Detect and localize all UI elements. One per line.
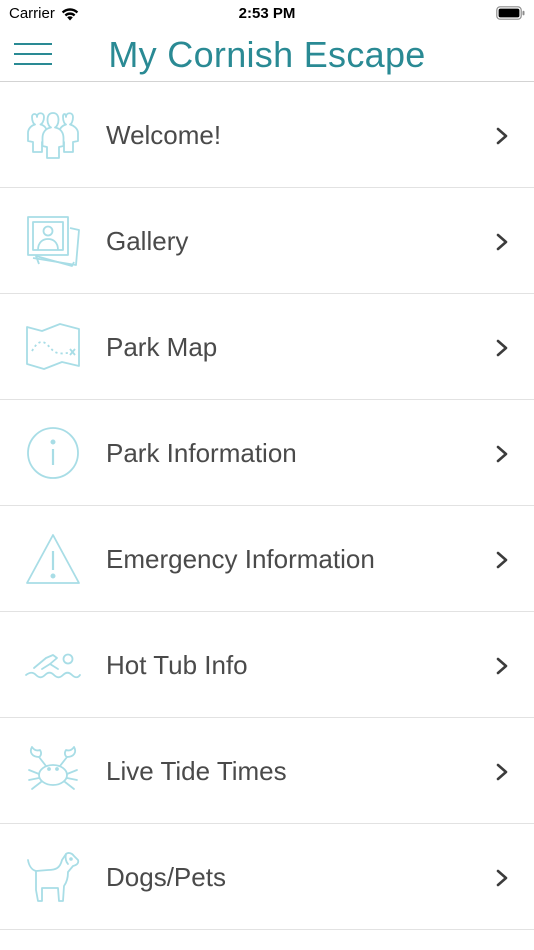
status-bar: Carrier 2:53 PM (0, 0, 534, 28)
menu-item-label: Emergency Information (106, 544, 375, 574)
menu-item-label: Park Information (106, 438, 297, 468)
status-time: 2:53 PM (238, 5, 296, 22)
menu-item-label: Park Map (106, 332, 218, 362)
people-group-icon (24, 108, 82, 162)
crab-icon (24, 744, 82, 798)
dog-icon (24, 850, 82, 904)
menu-item-label: Welcome! (106, 120, 222, 150)
menu-item-park-map[interactable]: Park Map (0, 294, 534, 400)
app-screen: Carrier 2:53 PM My Cornish Escape Welcom… (0, 0, 534, 950)
chevron-right-icon (496, 657, 508, 675)
menu-item-dogs-pets[interactable]: Dogs/Pets (0, 824, 534, 930)
menu-list: Welcome! Gallery Park Map Park Informati… (0, 82, 534, 930)
menu-item-hot-tub-info[interactable]: Hot Tub Info (0, 612, 534, 718)
chevron-right-icon (496, 869, 508, 887)
menu-item-label: Hot Tub Info (106, 650, 248, 680)
info-circle-icon (24, 426, 82, 480)
menu-item-label: Gallery (106, 226, 189, 256)
battery-icon (496, 6, 526, 26)
warning-triangle-icon (24, 532, 82, 586)
menu-item-label: Dogs/Pets (106, 862, 226, 892)
chevron-right-icon (496, 763, 508, 781)
page-title: My Cornish Escape (108, 34, 426, 75)
menu-item-emergency-information[interactable]: Emergency Information (0, 506, 534, 612)
chevron-right-icon (496, 339, 508, 357)
swimmer-icon (24, 638, 82, 692)
menu-item-live-tide-times[interactable]: Live Tide Times (0, 718, 534, 824)
photo-stack-icon (24, 214, 82, 268)
menu-item-gallery[interactable]: Gallery (0, 188, 534, 294)
chevron-right-icon (496, 445, 508, 463)
chevron-right-icon (496, 233, 508, 251)
treasure-map-icon (24, 320, 82, 374)
menu-item-label: Live Tide Times (106, 756, 287, 786)
chevron-right-icon (496, 551, 508, 569)
menu-item-park-information[interactable]: Park Information (0, 400, 534, 506)
menu-item-welcome[interactable]: Welcome! (0, 82, 534, 188)
nav-bar: My Cornish Escape (0, 28, 534, 82)
chevron-right-icon (496, 127, 508, 145)
